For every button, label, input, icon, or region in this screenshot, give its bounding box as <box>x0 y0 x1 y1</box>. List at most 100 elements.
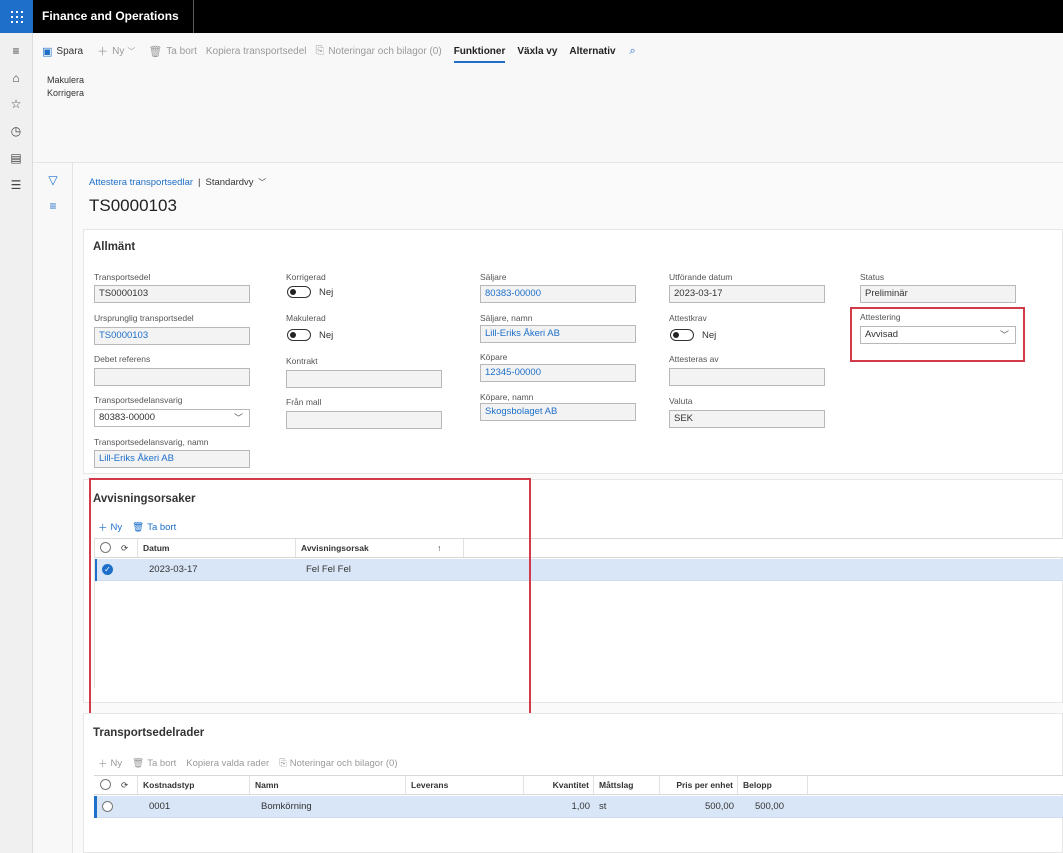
trash-icon: 🗑 <box>148 45 163 58</box>
responsible-name-field[interactable]: Lill-Eriks Åkeri AB <box>94 450 250 468</box>
save-button[interactable]: ▣ Spara <box>42 45 83 58</box>
quantity-cell[interactable]: 1,00 <box>524 796 594 818</box>
currency-label: Valuta <box>669 396 693 406</box>
general-section-title[interactable]: Allmänt <box>93 241 135 253</box>
breadcrumb-separator: | <box>198 177 201 188</box>
favorites-star-icon[interactable]: ☆ <box>8 96 24 112</box>
breadcrumb-page[interactable]: Attestera transportsedlar <box>89 177 193 188</box>
contract-label: Kontrakt <box>286 356 318 366</box>
top-bar: Finance and Operations <box>0 0 1063 33</box>
contract-field[interactable] <box>286 370 442 388</box>
notes-attachments-button[interactable]: ⎘ Noteringar och bilagor (0) <box>316 45 442 58</box>
row-selection-indicator <box>94 796 97 818</box>
transport-note-field[interactable]: TS0000103 <box>94 285 250 303</box>
transport-lines-title[interactable]: Transportsedelrader <box>93 727 204 739</box>
seller-label: Säljare <box>480 272 507 282</box>
voided-toggle[interactable]: Nej <box>287 329 333 341</box>
void-action[interactable]: Makulera <box>47 74 84 87</box>
recent-clock-icon[interactable]: ◷ <box>8 123 24 139</box>
debit-reference-field[interactable] <box>94 368 250 386</box>
seller-field[interactable]: 80383-00000 <box>480 285 636 303</box>
modules-list-icon[interactable]: ☰ <box>8 177 24 193</box>
attestation-highlight <box>850 307 1025 362</box>
approved-by-label: Attesteras av <box>669 354 719 364</box>
lines-delete-button[interactable]: 🗑 Ta bort <box>132 758 176 769</box>
plus-icon: ＋ <box>97 46 109 58</box>
filter-pane: ▽ ≡ <box>33 163 73 853</box>
command-bar: ▣ Spara ＋ Ny ﹀ 🗑 Ta bort Kopiera transpo… <box>33 33 1063 163</box>
workspaces-icon[interactable]: ▤ <box>8 150 24 166</box>
plus-icon: ＋ <box>98 759 108 770</box>
approved-by-field[interactable] <box>669 368 825 386</box>
unit-price-cell[interactable]: 500,00 <box>660 796 738 818</box>
search-icon: ⌕ <box>629 44 636 57</box>
lines-notes-button[interactable]: ⎘ Noteringar och bilagor (0) <box>279 758 397 769</box>
responsible-dropdown[interactable]: 80383-00000 ﹀ <box>94 409 250 427</box>
delivery-cell[interactable] <box>412 796 417 818</box>
tab-switch-view[interactable]: Växla vy <box>517 46 557 57</box>
related-info-icon[interactable]: ≡ <box>46 199 60 213</box>
amount-cell[interactable]: 500,00 <box>738 796 808 818</box>
lines-new-button[interactable]: ＋ Ny <box>98 756 122 771</box>
left-navigation: ≡ ⌂ ☆ ◷ ▤ ☰ <box>0 33 33 853</box>
app-title[interactable]: Finance and Operations <box>42 0 194 33</box>
tab-options[interactable]: Alternativ <box>569 46 615 57</box>
status-field[interactable]: Preliminär <box>860 285 1016 303</box>
status-label: Status <box>860 272 885 282</box>
execution-date-label: Utförande datum <box>669 272 733 282</box>
copy-transport-note-button[interactable]: Kopiera transportsedel <box>206 46 307 57</box>
paperclip-icon: ⎘ <box>315 44 325 57</box>
from-template-field[interactable] <box>286 411 442 429</box>
corrected-label: Korrigerad <box>286 272 326 282</box>
new-button[interactable]: ＋ Ny ﹀ <box>97 43 139 59</box>
filter-icon[interactable]: ▽ <box>46 173 60 187</box>
table-row[interactable]: 0001 Bomkörning 1,00 st 500,00 500,00 <box>94 796 1063 818</box>
select-all-radio[interactable] <box>100 779 111 790</box>
column-quantity[interactable]: Kvantitet <box>524 776 594 794</box>
responsible-name-label: Transportsedelansvarig, namn <box>94 437 209 447</box>
column-name[interactable]: Namn <box>250 776 406 794</box>
buyer-name-label: Köpare, namn <box>480 392 534 402</box>
main-content: Attestera transportsedlar | Standardvy ﹀ T… <box>73 163 1063 853</box>
app-launcher-button[interactable] <box>0 0 33 33</box>
correct-action[interactable]: Korrigera <box>47 87 84 100</box>
column-cost-type[interactable]: Kostnadstyp <box>138 776 250 794</box>
name-cell[interactable]: Bomkörning <box>256 796 312 818</box>
functions-actions: Makulera Korrigera <box>47 74 84 100</box>
original-transport-note-field[interactable]: TS0000103 <box>94 327 250 345</box>
buyer-name-field[interactable]: Skogsbolaget AB <box>480 403 636 421</box>
chevron-down-icon: ﹀ <box>233 413 243 423</box>
chevron-down-icon: ﹀ <box>127 46 136 56</box>
column-unit-price[interactable]: Pris per enhet <box>660 776 738 794</box>
hamburger-menu-icon[interactable]: ≡ <box>8 43 24 59</box>
execution-date-field[interactable]: 2023-03-17 <box>669 285 825 303</box>
voided-label: Makulerad <box>286 313 326 323</box>
from-template-label: Från mall <box>286 397 322 407</box>
row-radio[interactable] <box>102 801 113 812</box>
column-unit[interactable]: Måttslag <box>594 776 660 794</box>
responsible-value: 80383-00000 <box>99 412 155 423</box>
corrected-toggle[interactable]: Nej <box>287 286 333 298</box>
search-button[interactable]: ⌕ <box>630 45 640 58</box>
buyer-label: Köpare <box>480 352 508 362</box>
approval-required-label: Attestkrav <box>669 313 707 323</box>
tab-functions[interactable]: Funktioner <box>453 46 505 63</box>
currency-field[interactable]: SEK <box>669 410 825 428</box>
delete-button[interactable]: 🗑 Ta bort <box>148 45 197 58</box>
copy-selected-rows-button[interactable]: Kopiera valda rader <box>186 758 269 769</box>
transport-lines-section: Transportsedelrader ＋ Ny 🗑 Ta bort Kopie… <box>83 713 1063 853</box>
rejection-highlight <box>89 478 531 720</box>
unit-cell[interactable]: st <box>594 796 606 818</box>
home-icon[interactable]: ⌂ <box>8 70 24 86</box>
refresh-icon[interactable]: ⟳ <box>118 776 138 794</box>
view-selector[interactable]: Standardvy <box>206 177 254 188</box>
trash-icon: 🗑 <box>132 757 145 769</box>
save-disk-icon: ▣ <box>42 45 53 58</box>
seller-name-field[interactable]: Lill-Eriks Åkeri AB <box>480 325 636 343</box>
chevron-down-icon[interactable]: ﹀ <box>258 178 266 187</box>
approval-required-toggle[interactable]: Nej <box>670 329 716 341</box>
column-delivery[interactable]: Leverans <box>406 776 524 794</box>
cost-type-cell[interactable]: 0001 <box>144 796 170 818</box>
column-amount[interactable]: Belopp <box>738 776 808 794</box>
buyer-field[interactable]: 12345-00000 <box>480 364 636 382</box>
